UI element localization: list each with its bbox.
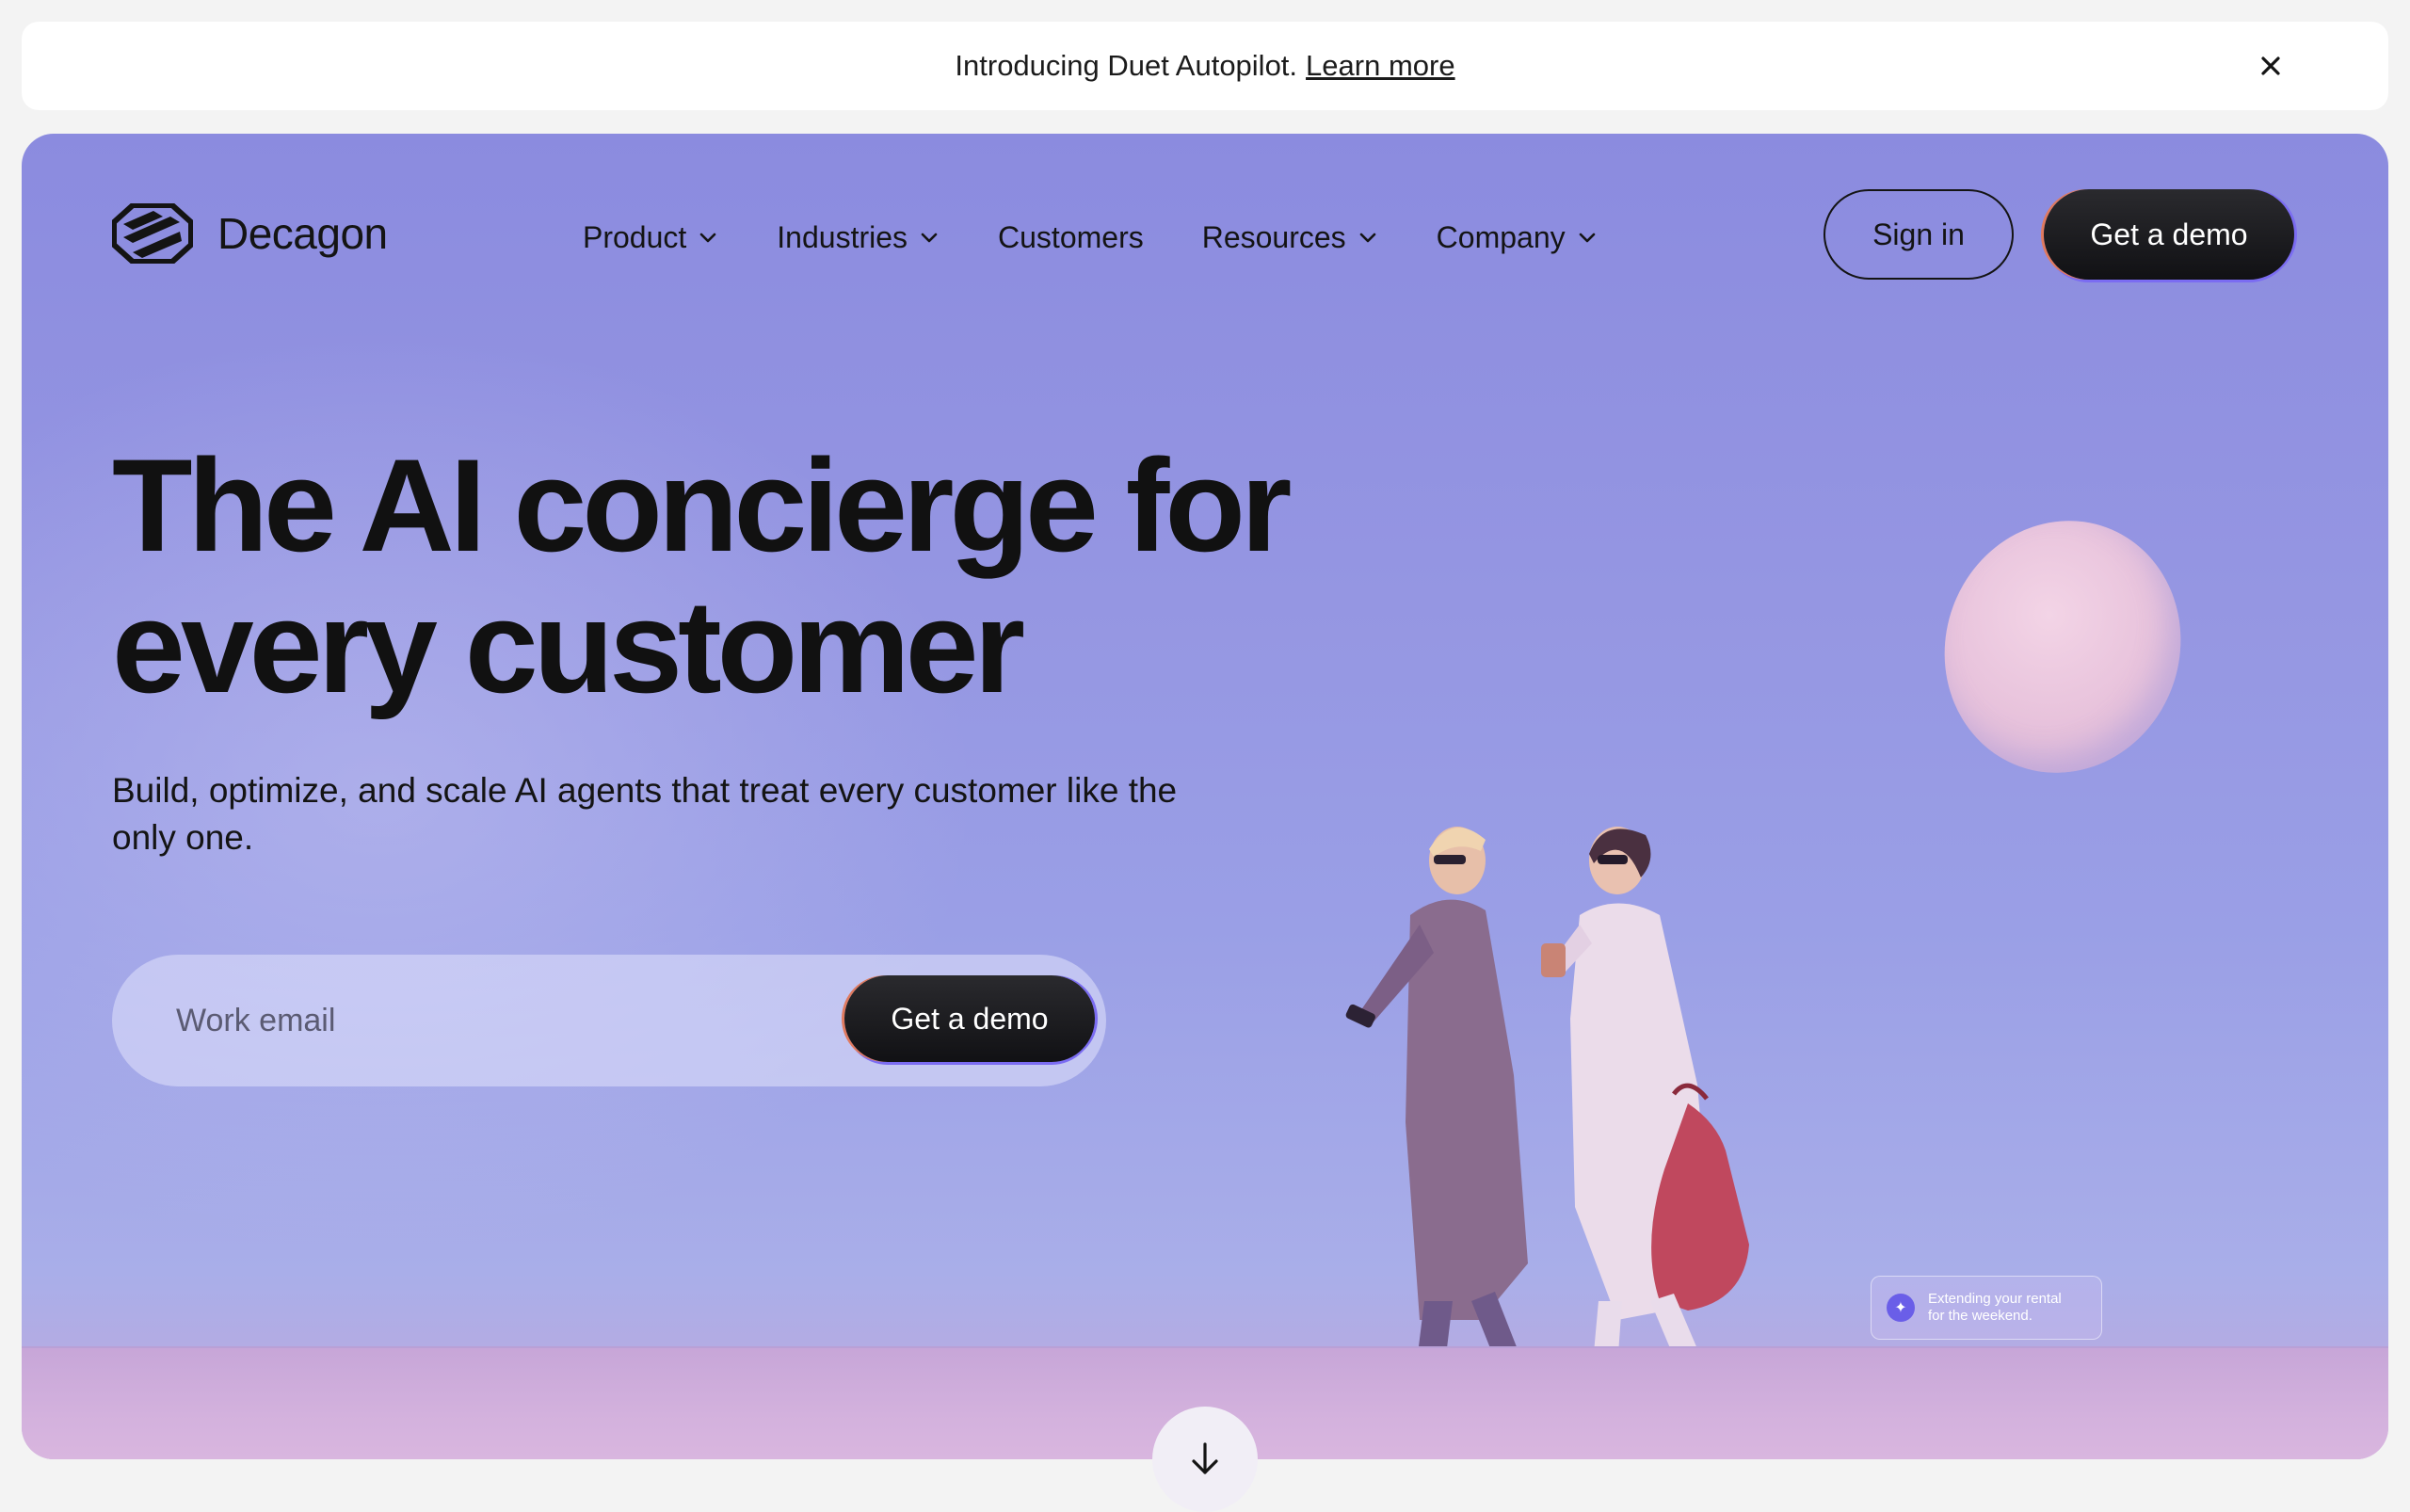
get-demo-form-button[interactable]: Get a demo	[844, 975, 1095, 1062]
brand-name: Decagon	[217, 209, 388, 258]
arrow-down-icon	[1192, 1442, 1218, 1474]
nav-customers[interactable]: Customers	[998, 220, 1144, 255]
headline-line-2: every customer	[112, 572, 1025, 720]
headline-line-1: The AI concierge for	[112, 431, 1292, 579]
chevron-down-icon	[699, 233, 716, 243]
nav-customers-label: Customers	[998, 219, 1144, 254]
chip-line-2: for the weekend.	[1928, 1308, 2032, 1324]
agent-activity-chip: ✦ Extending your rental for the weekend.	[1871, 1276, 2102, 1340]
chip-line-1: Extending your rental	[1928, 1291, 2062, 1307]
get-demo-nav-button[interactable]: Get a demo	[2044, 189, 2294, 280]
nav-company-label: Company	[1436, 219, 1566, 254]
decagon-logo-icon	[112, 203, 193, 264]
chip-text: Extending your rental for the weekend.	[1928, 1291, 2062, 1325]
announcement-text: Introducing Duet Autopilot.	[955, 49, 1298, 82]
nav-resources-label: Resources	[1201, 219, 1346, 254]
hero-subhead: Build, optimize, and scale AI agents tha…	[112, 771, 1178, 857]
hero-headline: The AI concierge for every customer	[112, 435, 1336, 717]
hero-section: Decagon Product Industries Customers Res…	[22, 134, 2388, 1459]
sparkle-icon: ✦	[1887, 1294, 1915, 1322]
nav-industries-label: Industries	[777, 219, 908, 254]
announcement-bar: Introducing Duet Autopilot. Learn more	[22, 22, 2388, 110]
people-walking-illustration	[1345, 827, 1749, 1431]
chevron-down-icon	[921, 233, 938, 243]
close-icon[interactable]	[2255, 50, 2287, 82]
chevron-down-icon	[1579, 233, 1595, 243]
brand-logo[interactable]: Decagon	[112, 202, 388, 265]
work-email-input[interactable]: Work email	[176, 955, 741, 1086]
nav-product[interactable]: Product	[583, 220, 718, 255]
nav-company[interactable]: Company	[1437, 220, 1598, 255]
email-signup-form: Work email Get a demo	[112, 955, 1106, 1086]
learn-more-link[interactable]: Learn more	[1306, 49, 1455, 83]
sign-in-button[interactable]: Sign in	[1824, 189, 2014, 280]
scroll-down-button[interactable]	[1152, 1407, 1258, 1512]
chevron-down-icon	[1359, 233, 1375, 243]
nav-industries[interactable]: Industries	[777, 220, 940, 255]
main-nav: Product Industries Customers Resources C…	[583, 217, 1656, 258]
nav-product-label: Product	[583, 219, 687, 254]
nav-resources[interactable]: Resources	[1202, 220, 1378, 255]
